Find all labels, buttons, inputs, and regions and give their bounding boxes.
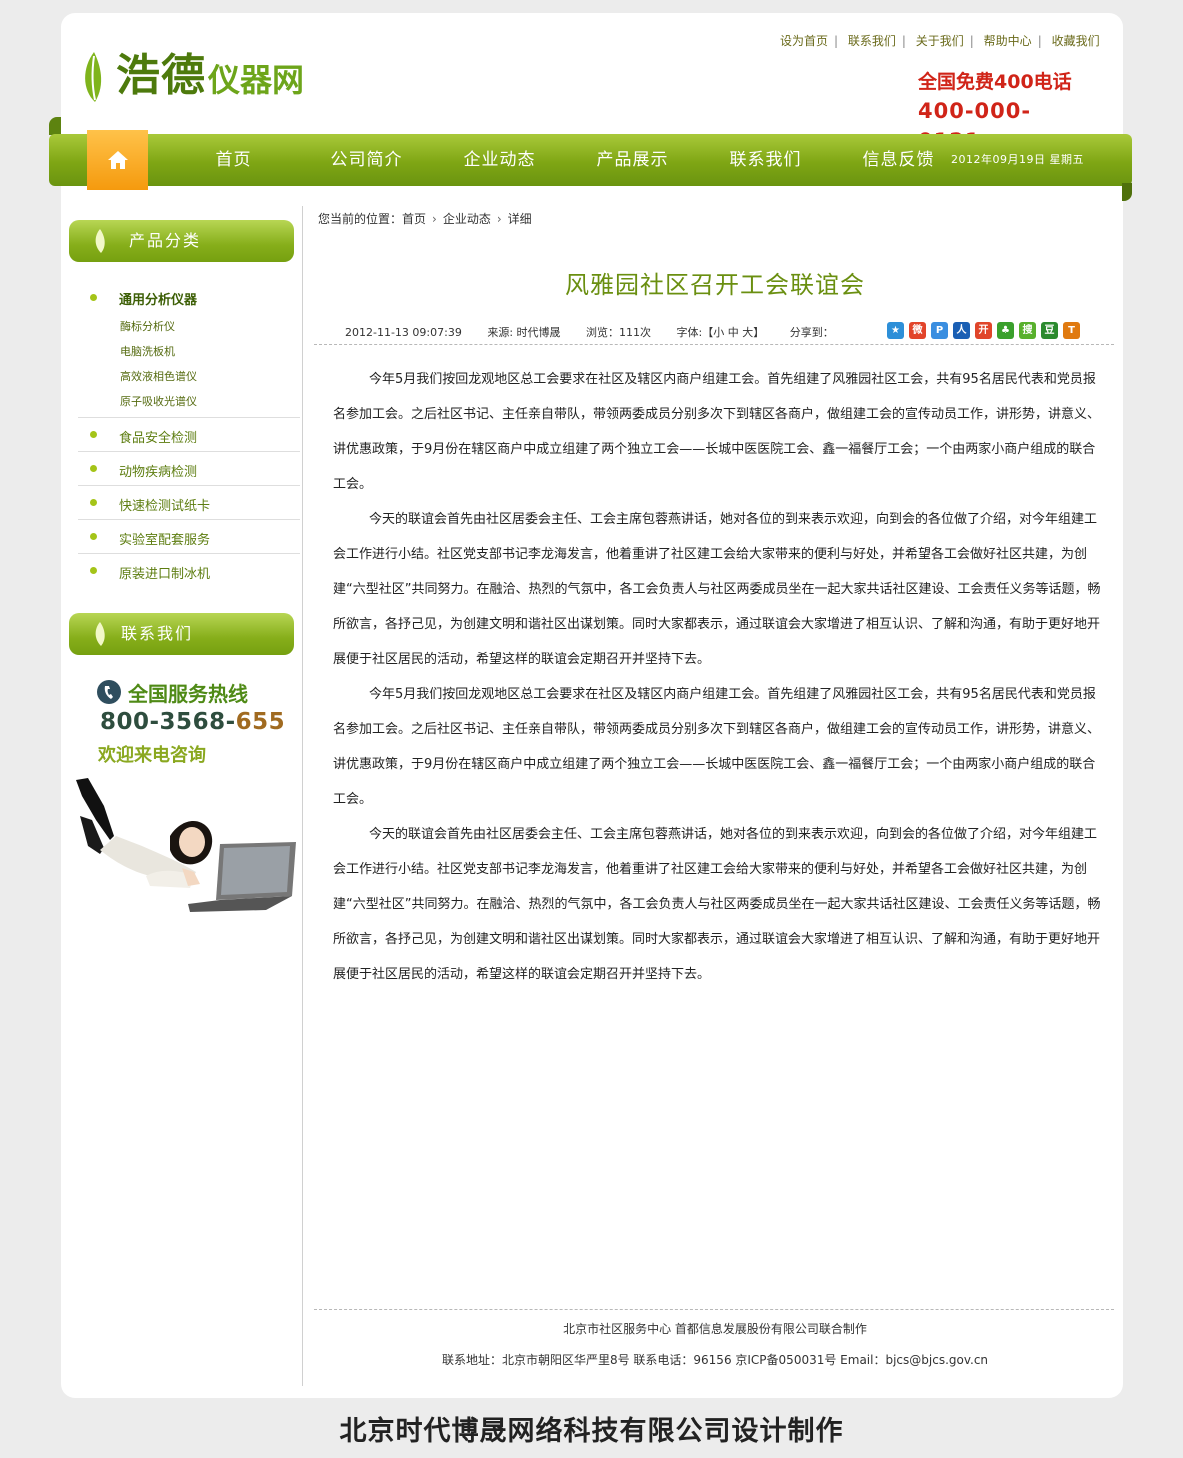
category-title: 产品分类: [129, 231, 202, 250]
promo-welcome: 欢迎来电咨询: [98, 745, 206, 766]
bullet-icon: [90, 465, 97, 472]
category-item[interactable]: 食品安全检测: [78, 418, 300, 452]
article-body: 今年5月我们按回龙观地区总工会要求在社区及辖区内商户组建工会。首先组建了风雅园社…: [333, 362, 1103, 992]
breadcrumb-home[interactable]: 首页: [402, 212, 426, 226]
phone-icon: [97, 680, 121, 704]
promo-phone-tail: 655: [235, 709, 286, 735]
top-link-contact[interactable]: 联系我们: [848, 34, 896, 48]
renren-icon[interactable]: 人: [953, 322, 970, 339]
qzone-icon[interactable]: ★: [887, 322, 904, 339]
bullet-icon: [90, 431, 97, 438]
article-paragraph: 今年5月我们按回龙观地区总工会要求在社区及辖区内商户组建工会。首先组建了风雅园社…: [333, 687, 1101, 807]
article-paragraph: 今年5月我们按回龙观地区总工会要求在社区及辖区内商户组建工会。首先组建了风雅园社…: [333, 372, 1101, 492]
category-item[interactable]: 快速检测试纸卡: [78, 486, 300, 520]
nav-item-company[interactable]: 公司简介: [300, 134, 433, 186]
nav-item-feedback[interactable]: 信息反馈: [832, 134, 965, 186]
subcategory-link[interactable]: 原子吸收光谱仪: [120, 393, 197, 409]
leaf-icon: [95, 229, 105, 253]
category-item[interactable]: 动物疾病检测: [78, 452, 300, 486]
category-item[interactable]: 原装进口制冰机: [78, 554, 300, 587]
category-item[interactable]: 实验室配套服务: [78, 520, 300, 554]
breadcrumb-news[interactable]: 企业动态: [443, 212, 491, 226]
article-source: 来源: 时代博晟: [487, 326, 561, 339]
category-item[interactable]: 通用分析仪器 酶标分析仪 电脑洗板机 高效液相色谱仪 原子吸收光谱仪: [78, 284, 300, 418]
nav-home-button[interactable]: [87, 130, 148, 190]
sohu-icon[interactable]: 搜: [1019, 322, 1036, 339]
pengyou-icon[interactable]: P: [931, 322, 948, 339]
nav-date: 2012年09月19日 星期五: [951, 153, 1084, 166]
subcategory-link[interactable]: 电脑洗板机: [120, 343, 175, 359]
bullet-icon: [90, 533, 97, 540]
meta-divider: [314, 344, 1114, 345]
promo-hotline-row: 全国服务热线: [96, 677, 248, 707]
nav-item-home[interactable]: 首页: [167, 134, 300, 186]
top-link-favorite[interactable]: 收藏我们: [1052, 34, 1100, 48]
logo-sub-text: 仪器网: [208, 61, 305, 99]
category-label: 原装进口制冰机: [119, 567, 211, 582]
contact-title: 联系我们: [121, 624, 194, 643]
site-logo[interactable]: 浩德 仪器网: [80, 42, 304, 104]
subcategory-link[interactable]: 酶标分析仪: [120, 318, 175, 334]
nav-ribbon-fold-left: [49, 117, 61, 135]
category-list: 通用分析仪器 酶标分析仪 电脑洗板机 高效液相色谱仪 原子吸收光谱仪 食品安全检…: [78, 284, 300, 587]
content-divider: [302, 206, 303, 1386]
top-link-set-home[interactable]: 设为首页: [780, 34, 828, 48]
bullet-icon: [90, 567, 97, 574]
article-meta: 2012-11-13 09:07:39 来源: 时代博晟 浏览：111次 字体:…: [345, 324, 834, 340]
category-label: 动物疾病检测: [119, 465, 198, 480]
footer-divider: [314, 1309, 1114, 1310]
promo-hotline-label: 全国服务热线: [128, 681, 248, 706]
leaf-logo-icon: [85, 52, 102, 102]
share-icons: ★ 微 P 人开 ♣ 搜豆 T: [887, 322, 1085, 339]
nav-ribbon-fold-right: [1122, 183, 1132, 201]
bullet-icon: [90, 499, 97, 506]
footer-contact: 联系地址：北京市朝阳区华严里8号 联系电话：96156 京ICP备050031号…: [441, 1353, 989, 1367]
promo-phone: 800-3568-655: [100, 709, 285, 735]
kaixin-icon[interactable]: 开: [975, 322, 992, 339]
category-label: 快速检测试纸卡: [119, 499, 211, 514]
chevron-right-icon: ›: [432, 212, 437, 226]
article-paragraph: 今天的联谊会首先由社区居委会主任、工会主席包蓉燕讲话，她对各位的到来表示欢迎，向…: [333, 512, 1101, 667]
top-link-help[interactable]: 帮助中心: [984, 34, 1032, 48]
top-links: 设为首页 | 联系我们 | 关于我们 | 帮助中心 | 收藏我们: [780, 34, 1100, 48]
top-link-about[interactable]: 关于我们: [916, 34, 964, 48]
share-label: 分享到：: [789, 326, 834, 339]
article-title: 风雅园社区召开工会联谊会: [565, 271, 865, 299]
breadcrumb-prefix: 您当前的位置：: [318, 212, 403, 226]
bullet-icon: [90, 294, 97, 301]
breadcrumb-current: 详细: [507, 212, 532, 226]
article-views: 浏览：111次: [586, 326, 652, 339]
main-nav: 首页 公司简介 企业动态 产品展示 联系我们 信息反馈 2012年09月19日 …: [49, 117, 1132, 202]
more-share-icon[interactable]: T: [1063, 322, 1080, 339]
weibo-icon[interactable]: 微: [909, 322, 926, 339]
category-title-bar: 产品分类: [69, 220, 294, 262]
nav-item-news[interactable]: 企业动态: [433, 134, 566, 186]
footer-producers: 北京市社区服务中心 首都信息发展股份有限公司联合制作: [563, 1322, 867, 1336]
font-size-switcher[interactable]: 字体:【小 中 大】: [677, 326, 765, 339]
breadcrumb: 您当前的位置：首页 › 企业动态 › 详细: [318, 210, 532, 227]
design-credit: 北京时代博晟网络科技有限公司设计制作: [339, 1416, 844, 1447]
leaf-icon: [95, 622, 105, 646]
nav-item-contact[interactable]: 联系我们: [699, 134, 832, 186]
nav-items: 首页 公司简介 企业动态 产品展示 联系我们 信息反馈: [167, 134, 965, 186]
article-paragraph: 今天的联谊会首先由社区居委会主任、工会主席包蓉燕讲话，她对各位的到来表示欢迎，向…: [333, 827, 1101, 982]
logo-main-text: 浩德: [116, 50, 206, 101]
article-datetime: 2012-11-13 09:07:39: [345, 326, 462, 339]
hotline-label: 全国免费400电话: [918, 71, 1072, 93]
home-icon: [107, 151, 128, 169]
category-label: 食品安全检测: [119, 431, 198, 446]
subcategory-link[interactable]: 高效液相色谱仪: [120, 368, 197, 384]
clover-icon[interactable]: ♣: [997, 322, 1014, 339]
chevron-right-icon: ›: [496, 212, 502, 226]
category-label: 通用分析仪器: [119, 293, 198, 308]
contact-title-bar: 联系我们: [69, 613, 294, 655]
nav-item-products[interactable]: 产品展示: [566, 134, 699, 186]
douban-icon[interactable]: 豆: [1041, 322, 1058, 339]
promo-phone-main: 800-3568-: [100, 709, 236, 735]
woman-with-laptop-image: [76, 778, 296, 912]
category-label: 实验室配套服务: [119, 533, 211, 548]
